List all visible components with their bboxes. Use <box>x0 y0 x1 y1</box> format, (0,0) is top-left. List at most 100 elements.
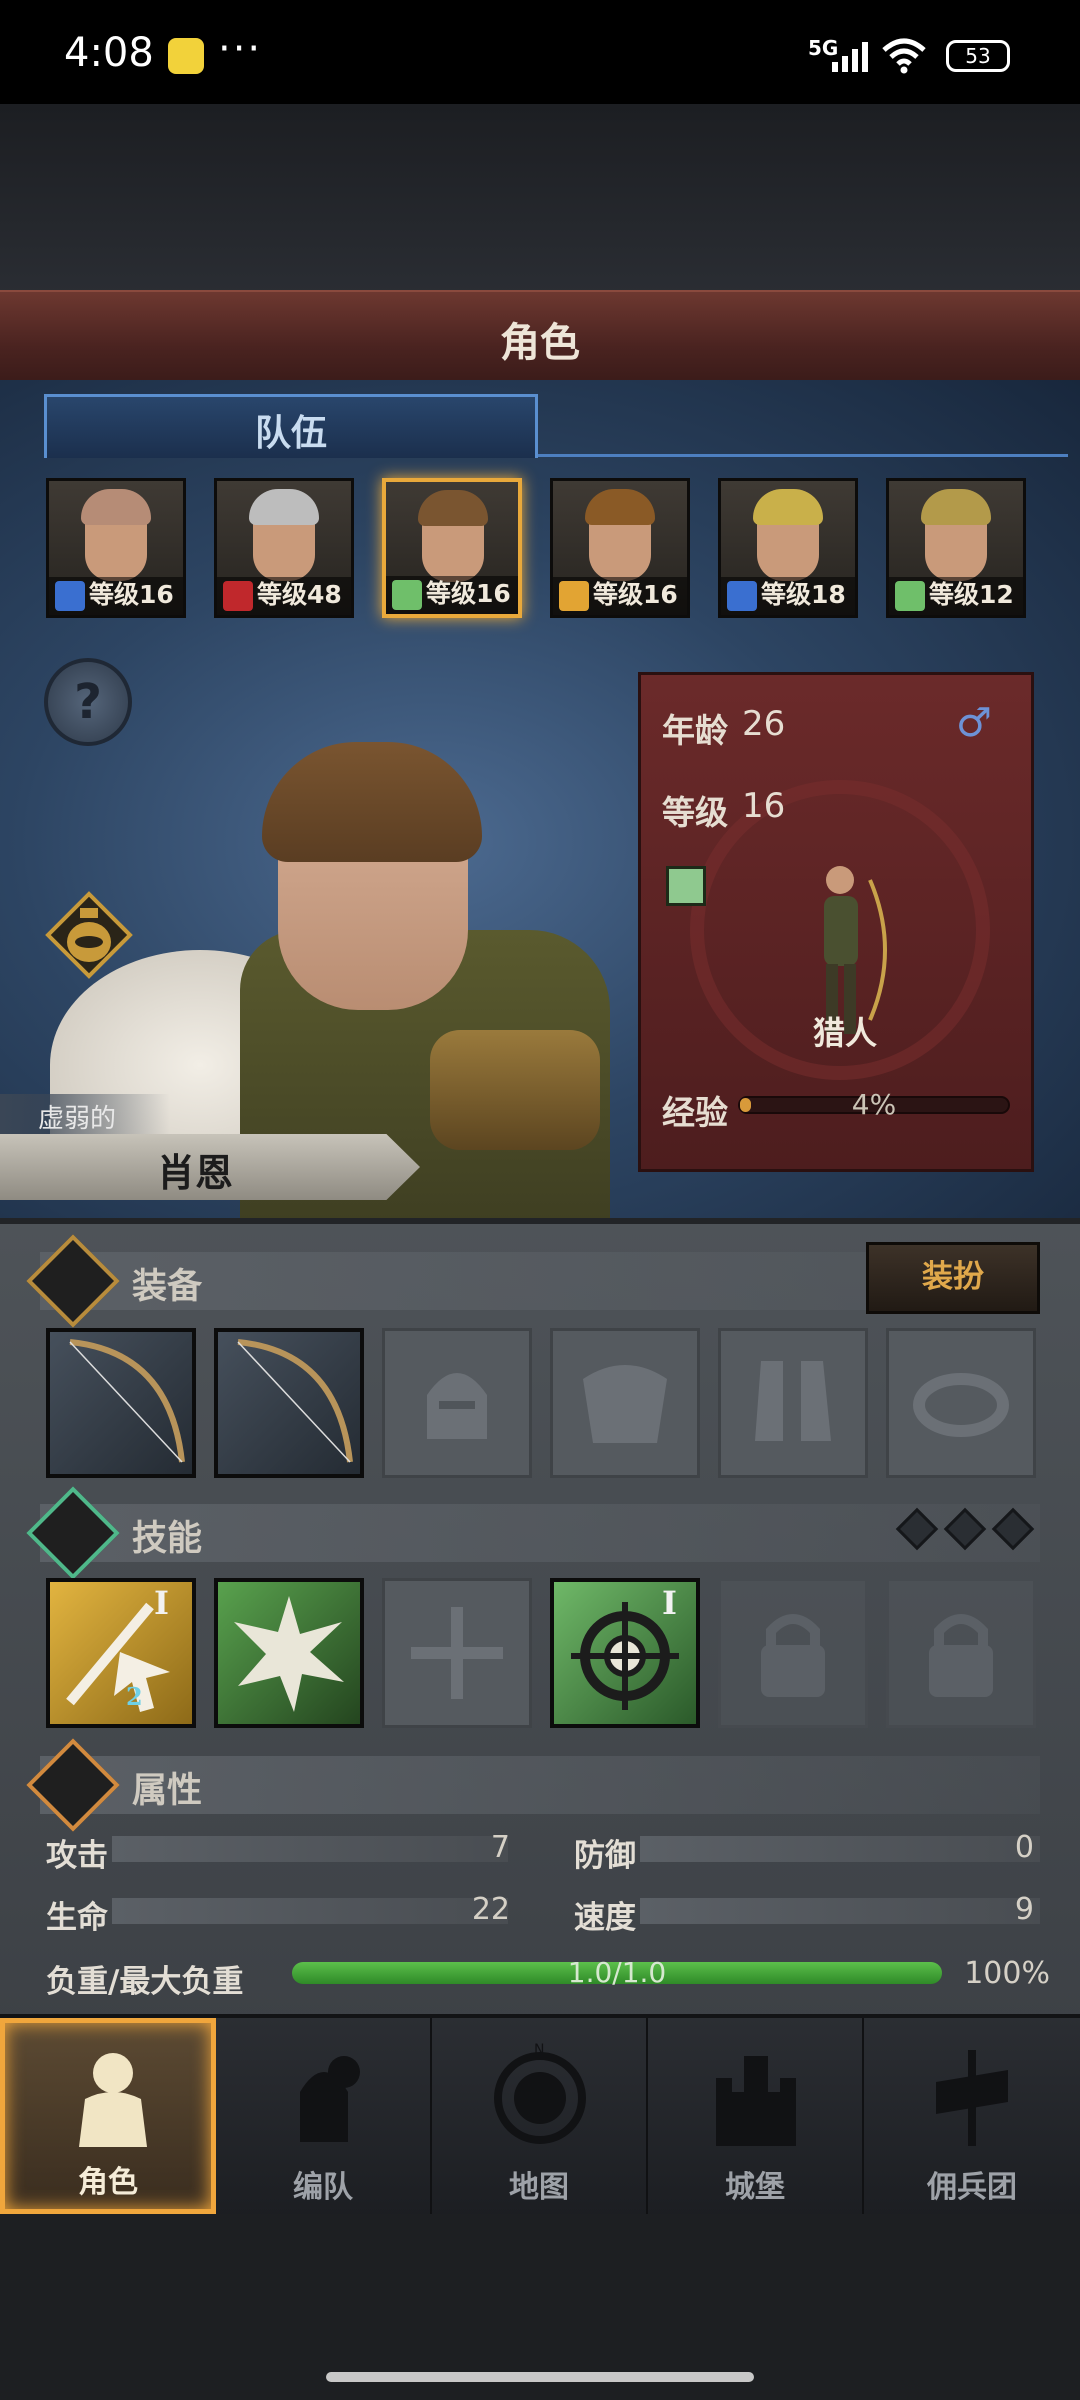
class-icon <box>55 581 85 611</box>
wifi-icon <box>882 38 926 74</box>
hp-label: 生命 <box>46 1900 108 1936</box>
character-name: 肖恩 <box>156 1151 233 1195</box>
load-percent: 100% <box>964 1956 1050 1991</box>
tab-underline <box>538 454 1068 457</box>
boots-icon <box>755 1361 831 1441</box>
equip-slot-helmet[interactable] <box>382 1328 532 1478</box>
load-label: 负重/最大负重 <box>46 1964 244 2000</box>
skill-slot-3[interactable] <box>382 1578 532 1728</box>
skill-rank: I <box>662 1584 677 1622</box>
male-icon: ♂ <box>956 700 992 746</box>
skill-slot-5-locked <box>718 1578 868 1728</box>
help-icon[interactable]: ? <box>44 658 132 746</box>
signal-icon <box>832 42 868 72</box>
nav-map-label: 地图 <box>509 2170 569 2205</box>
nav-character[interactable]: 角色 <box>0 2018 216 2214</box>
nav-formation-label: 编队 <box>293 2170 353 2205</box>
helmet-group-icon <box>300 2056 360 2142</box>
top-backdrop <box>0 104 1080 294</box>
nav-map[interactable]: N 地图 <box>432 2018 648 2214</box>
page-title: 角色 <box>500 320 580 366</box>
bow-burst-icon <box>234 1596 344 1712</box>
lock-icon <box>929 1614 993 1697</box>
class-icon <box>666 866 706 906</box>
member-level: 等级16 <box>426 579 511 608</box>
speed-label: 速度 <box>574 1900 636 1936</box>
nav-castle[interactable]: 城堡 <box>648 2018 864 2214</box>
member-hair <box>249 489 319 525</box>
lock-icon <box>761 1614 825 1697</box>
level-value: 16 <box>742 786 786 826</box>
team-member-3[interactable]: 等级16 <box>382 478 522 618</box>
class-icon <box>727 581 757 611</box>
helmet-icon <box>427 1373 487 1439</box>
defense-label: 防御 <box>574 1838 636 1874</box>
equip-slot-weapon[interactable] <box>46 1328 196 1478</box>
ring-icon <box>913 1373 1009 1437</box>
team-member-5[interactable]: 等级18 <box>718 478 858 618</box>
member-hair <box>418 490 488 526</box>
class-icon <box>223 581 253 611</box>
banner-icon <box>936 2050 1008 2146</box>
load-value: 1.0/1.0 <box>567 1956 667 1989</box>
skill-slot-1[interactable]: I 2 <box>46 1578 196 1728</box>
bow-icon <box>69 1339 185 1463</box>
level-label: 等级 <box>662 793 728 832</box>
more-notifications-icon: ··· <box>218 26 263 72</box>
character-shoulder-armor <box>430 1030 600 1150</box>
member-hair <box>753 489 823 525</box>
defense-value: 0 <box>1014 1830 1034 1865</box>
equip-slot-boots[interactable] <box>718 1328 868 1478</box>
svg-text:N: N <box>534 2042 544 2058</box>
nav-mercenary-label: 佣兵团 <box>927 2170 1017 2205</box>
skill-badge: 2 <box>126 1682 143 1711</box>
team-member-6[interactable]: 等级12 <box>886 478 1026 618</box>
castle-icon <box>716 2056 796 2146</box>
member-hair <box>585 489 655 525</box>
attack-value: 7 <box>490 1830 510 1865</box>
cross-icon <box>411 1607 503 1699</box>
app-notification-icon <box>168 38 204 74</box>
attack-label: 攻击 <box>46 1838 108 1874</box>
character-trait: 虚弱的 <box>38 1104 117 1134</box>
tab-team-label: 队伍 <box>254 413 327 454</box>
hp-value: 22 <box>471 1892 510 1927</box>
team-member-4[interactable]: 等级16 <box>550 478 690 618</box>
skill-slot-2[interactable] <box>214 1578 364 1728</box>
class-icon <box>559 581 589 611</box>
member-hair <box>81 489 151 525</box>
knight-icon <box>79 2053 147 2147</box>
exp-label: 经验 <box>662 1093 728 1132</box>
member-level: 等级12 <box>929 580 1014 609</box>
equip-slot-armor[interactable] <box>550 1328 700 1478</box>
member-level: 等级48 <box>257 580 342 609</box>
attributes-title: 属性 <box>132 1771 203 1811</box>
home-indicator[interactable] <box>326 2372 754 2382</box>
skill-slot-4[interactable]: I <box>550 1578 700 1728</box>
skills-title: 技能 <box>132 1519 203 1559</box>
equip-slot-offhand[interactable] <box>214 1328 364 1478</box>
sword-cursor-icon <box>66 1602 170 1712</box>
nav-mercenary[interactable]: 佣兵团 <box>864 2018 1080 2214</box>
dress-up-button[interactable]: 装扮 <box>866 1242 1040 1314</box>
member-hair <box>921 489 991 525</box>
battery-icon: 53 <box>946 40 1010 72</box>
compass-map-icon: N <box>494 2042 586 2144</box>
exp-percent: 4% <box>851 1088 897 1121</box>
skill-rank: I <box>154 1584 169 1622</box>
equipment-title: 装备 <box>132 1267 203 1307</box>
member-level: 等级18 <box>761 580 846 609</box>
age-label: 年龄 <box>662 711 728 750</box>
armor-icon <box>583 1365 667 1443</box>
bow-icon <box>237 1339 353 1463</box>
nav-formation[interactable]: 编队 <box>216 2018 432 2214</box>
equip-slot-ring[interactable] <box>886 1328 1036 1478</box>
status-time: 4:08 <box>64 30 154 76</box>
team-member-2[interactable]: 等级48 <box>214 478 354 618</box>
speed-value: 9 <box>1014 1892 1034 1927</box>
class-name: 猎人 <box>812 1014 877 1052</box>
class-icon <box>895 581 925 611</box>
skill-slot-6-locked <box>886 1578 1036 1728</box>
class-icon <box>392 580 422 610</box>
team-member-1[interactable]: 等级16 <box>46 478 186 618</box>
